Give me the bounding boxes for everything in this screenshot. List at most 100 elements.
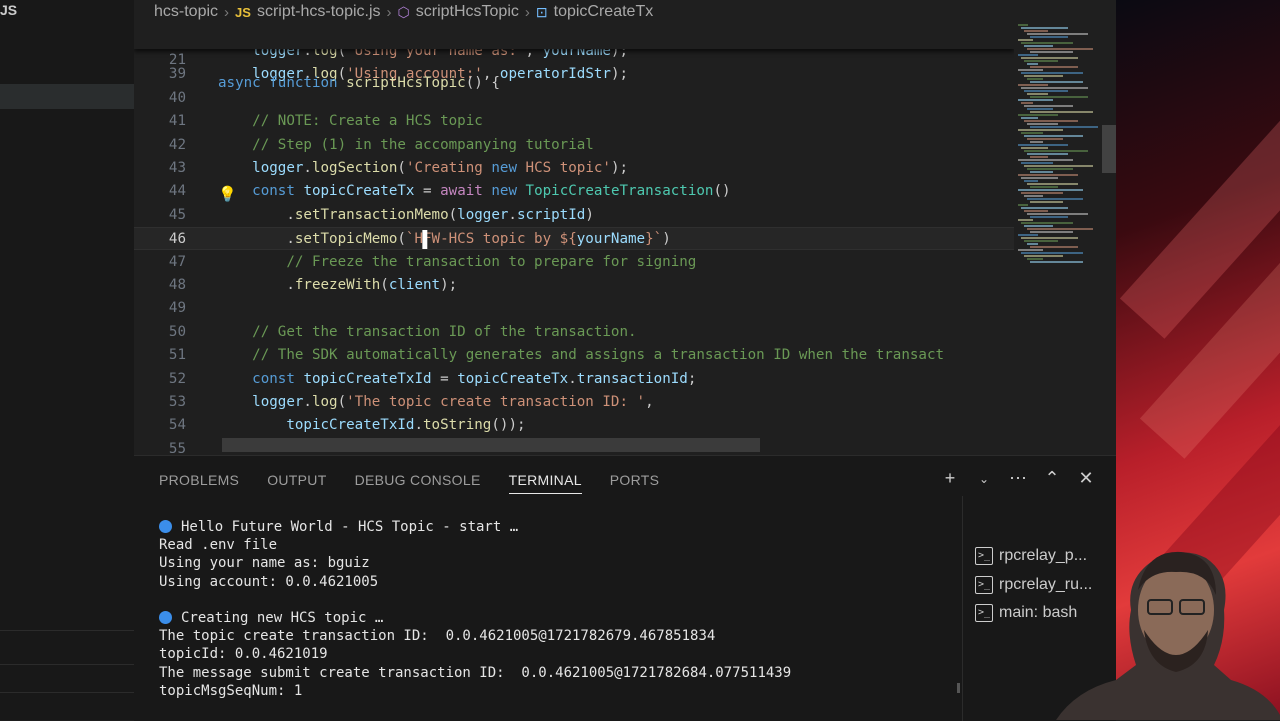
sidebar-label: JS — [0, 2, 18, 18]
line-number: 47 — [168, 253, 186, 270]
code-line[interactable]: 41 // NOTE: Create a HCS topic — [134, 110, 1014, 133]
sidebar-selected-item[interactable] — [0, 84, 134, 109]
horizontal-scrollbar[interactable] — [222, 438, 760, 452]
line-number: 44 — [168, 183, 186, 200]
minimap-line — [1024, 90, 1068, 92]
minimap-line — [1021, 222, 1073, 224]
more-icon[interactable]: ⋯ — [1008, 468, 1028, 490]
minimap-line — [1027, 213, 1088, 215]
minimap-line — [1024, 105, 1073, 107]
bottom-panel: PROBLEMS OUTPUT DEBUG CONSOLE TERMINAL P… — [134, 455, 1116, 721]
terminal-line-text: Read .env file — [159, 537, 278, 554]
code-text: const topicCreateTx = await new TopicCre… — [252, 183, 731, 200]
code-line[interactable]: 42 // Step (1) in the accompanying tutor… — [134, 134, 1014, 157]
minimap-line — [1027, 228, 1093, 230]
minimap-line — [1024, 60, 1058, 62]
minimap-line — [1024, 135, 1083, 137]
minimap-line — [1018, 249, 1043, 251]
minimap-line — [1018, 219, 1033, 221]
terminal-line: topicMsgSeqNum: 1 — [159, 682, 959, 700]
minimap-line — [1030, 216, 1068, 218]
line-number: 45 — [168, 206, 186, 223]
terminal-icon: >_ — [975, 576, 993, 594]
breadcrumb-function[interactable]: scriptHcsTopic — [416, 3, 519, 21]
minimap-line — [1030, 141, 1043, 143]
minimap-line — [1024, 210, 1048, 212]
minimap-line — [1018, 54, 1038, 56]
code-line[interactable]: 52 const topicCreateTxId = topicCreateTx… — [134, 368, 1014, 391]
code-lines[interactable]: 21 async function scriptHcsTopic() { log… — [134, 26, 1014, 455]
code-line[interactable]: 47 // Freeze the transaction to prepare … — [134, 251, 1014, 274]
sticky-scroll-line[interactable]: 21 async function scriptHcsTopic() { — [134, 26, 1014, 91]
js-file-icon: JS — [235, 4, 251, 20]
minimap-line — [1024, 165, 1093, 167]
breadcrumb-symbol[interactable]: topicCreateTx — [554, 3, 654, 21]
tab-output[interactable]: OUTPUT — [267, 456, 326, 504]
minimap-line — [1024, 75, 1063, 77]
minimap-line — [1030, 246, 1078, 248]
line-number: 43 — [168, 160, 186, 176]
code-text: .setTopicMemo(`HFW-HCS topic by ${yourNa… — [218, 231, 671, 248]
plus-icon[interactable]: + — [940, 468, 960, 490]
minimap-line — [1021, 162, 1053, 164]
code-text: // Get the transaction ID of the transac… — [218, 323, 637, 340]
minimap-line — [1018, 129, 1063, 131]
code-line[interactable]: 53 logger.log('The topic create transact… — [134, 391, 1014, 414]
code-line[interactable]: 48 .freezeWith(client); — [134, 274, 1014, 297]
minimap-line — [1027, 138, 1063, 140]
minimap-line — [1021, 72, 1083, 74]
chevron-up-icon[interactable]: ⌃ — [1042, 468, 1062, 490]
tab-debug-console[interactable]: DEBUG CONSOLE — [355, 456, 481, 504]
line-number: 49 — [168, 300, 186, 317]
code-line[interactable]: 43 logger.logSection('Creating new HCS t… — [134, 157, 1014, 180]
terminal-line: Read .env file — [159, 536, 959, 554]
code-text: logger.log('The topic create transaction… — [252, 394, 654, 410]
minimap-line — [1018, 204, 1028, 206]
code-line[interactable]: 54 topicCreateTxId.toString()); — [134, 414, 1014, 437]
minimap-line — [1021, 132, 1043, 134]
minimap-line — [1018, 69, 1043, 71]
terminal-line-text: The topic create transaction ID: 0.0.462… — [159, 628, 716, 645]
lightbulb-icon[interactable]: 💡 — [218, 185, 237, 203]
terminal-line: Using account: 0.0.4621005 — [159, 573, 959, 591]
vertical-scrollbar[interactable] — [1102, 125, 1116, 173]
code-line[interactable]: 50 // Get the transaction ID of the tran… — [134, 321, 1014, 344]
tab-terminal[interactable]: TERMINAL — [508, 456, 582, 504]
minimap-line — [1018, 174, 1078, 176]
tab-problems[interactable]: PROBLEMS — [159, 456, 239, 504]
minimap-line — [1018, 189, 1083, 191]
minimap-line — [1027, 93, 1048, 95]
sidebar-divider — [0, 692, 134, 693]
terminal-output[interactable]: Hello Future World - HCS Topic - start …… — [159, 518, 959, 700]
code-line[interactable]: 46 .setTopicMemo(`HFW-HCS topic by ${you… — [134, 227, 1014, 251]
sticky-code: async function scriptHcsTopic() { — [218, 75, 500, 91]
terminal-line: Hello Future World - HCS Topic - start … — [159, 518, 959, 536]
code-line[interactable]: 45 .setTransactionMemo(logger.scriptId) — [134, 204, 1014, 227]
code-editor[interactable]: hcs-topic › JS script-hcs-topic.js › ⬡ s… — [134, 0, 1116, 455]
terminal-line: The topic create transaction ID: 0.0.462… — [159, 627, 959, 645]
breadcrumb-folder[interactable]: hcs-topic — [154, 3, 218, 21]
explorer-sidebar: JS — [0, 0, 135, 720]
chevron-down-icon[interactable]: ⌄ — [974, 468, 994, 490]
line-number: 46 — [168, 231, 186, 248]
tab-ports[interactable]: PORTS — [610, 456, 659, 504]
terminal-line-text: Using your name as: bguiz — [159, 555, 370, 572]
close-icon[interactable]: ✕ — [1076, 468, 1096, 490]
code-line[interactable]: 51 // The SDK automatically generates an… — [134, 344, 1014, 367]
code-text: // Step (1) in the accompanying tutorial — [218, 136, 594, 153]
terminal-line-text: Creating new HCS topic … — [181, 610, 384, 627]
terminal-scrollbar[interactable] — [957, 683, 960, 693]
minimap-line — [1027, 258, 1043, 260]
terminal-icon: >_ — [975, 547, 993, 565]
terminal-line-text: topicId: 0.0.4621019 — [159, 646, 328, 663]
minimap-line — [1027, 198, 1083, 200]
minimap[interactable] — [1014, 24, 1104, 274]
code-line[interactable]: 44 const topicCreateTx = await new Topic… — [134, 180, 1014, 203]
breadcrumb-file[interactable]: script-hcs-topic.js — [257, 3, 381, 21]
minimap-line — [1027, 153, 1068, 155]
minimap-line — [1027, 33, 1088, 35]
minimap-line — [1021, 27, 1068, 29]
code-line[interactable]: 49 — [134, 297, 1014, 320]
minimap-line — [1030, 261, 1083, 263]
minimap-line — [1027, 168, 1073, 170]
